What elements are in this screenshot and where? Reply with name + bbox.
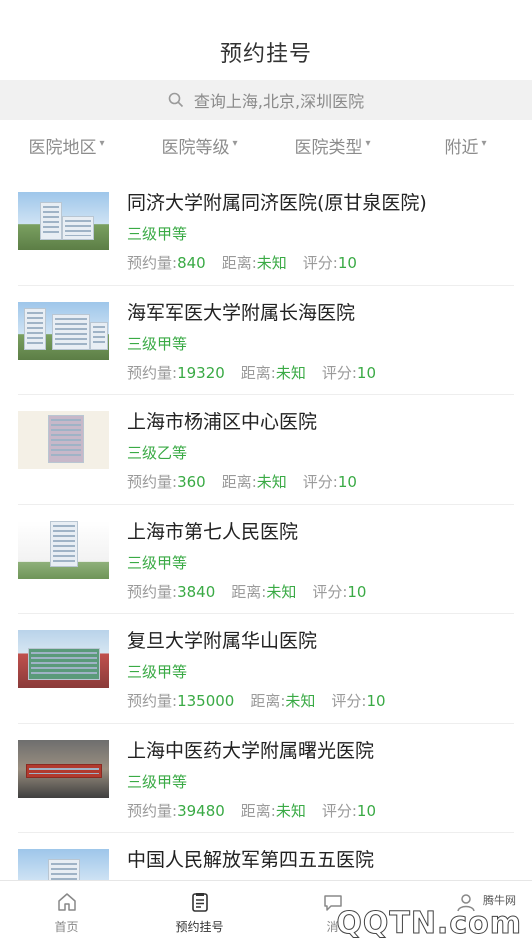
hospital-stats: 预约量:39480 距离:未知 评分:10	[127, 801, 514, 821]
distance-value: 未知	[256, 254, 287, 272]
filter-level[interactable]: 医院等级 ▾	[133, 133, 266, 158]
hospital-stats: 预约量:3840 距离:未知 评分:10	[127, 582, 514, 602]
appointments-label: 预约量:	[127, 363, 178, 382]
hospital-photo	[18, 739, 109, 798]
hospital-list-item[interactable]: 上海市杨浦区中心医院 三级乙等 预约量:360 距离:未知 评分:10	[0, 395, 532, 505]
distance-value: 未知	[256, 473, 287, 491]
hospital-level: 三级甲等	[127, 663, 188, 681]
score-label: 评分:	[302, 473, 338, 491]
hospital-name: 上海市杨浦区中心医院	[127, 411, 318, 433]
score-label: 评分:	[321, 363, 357, 382]
appointments-value: 39480	[177, 801, 225, 820]
distance-value: 未知	[285, 692, 316, 710]
hospital-name: 同济大学附属同济医院(原甘泉医院)	[127, 192, 427, 214]
hospital-list-item[interactable]: 海军军医大学附属长海医院 三级甲等 预约量:19320 距离:未知 评分:10	[0, 286, 532, 396]
distance-value: 未知	[275, 363, 306, 382]
distance-label: 距离:	[231, 582, 267, 601]
hospital-photo	[18, 411, 109, 469]
distance-label: 距离:	[250, 692, 286, 710]
appointments-value: 360	[177, 473, 206, 491]
score-label: 评分:	[312, 582, 348, 601]
score-value: 10	[347, 582, 367, 601]
hospital-name: 上海中医药大学附属曙光医院	[127, 739, 375, 762]
distance-value: 未知	[275, 801, 306, 820]
appointments-value: 19320	[177, 363, 225, 382]
distance-label: 距离:	[240, 801, 276, 820]
hospital-level: 三级甲等	[127, 334, 188, 353]
hospital-name: 中国人民解放军第四五五医院	[127, 849, 375, 871]
caret-down-icon: ▾	[232, 137, 238, 149]
tab-register[interactable]: 预约挂号	[133, 881, 266, 947]
distance-label: 距离:	[221, 254, 257, 272]
page-title: 预约挂号	[219, 42, 312, 67]
appointments-label: 预约量:	[127, 801, 178, 820]
score-label: 评分:	[302, 254, 338, 272]
appointments-value: 3840	[177, 582, 216, 601]
hospital-photo	[18, 630, 109, 688]
watermark-logo-text: QQTN.com	[336, 906, 522, 942]
score-value: 10	[337, 254, 357, 272]
caret-down-icon: ▾	[365, 137, 371, 149]
appointments-value: 135000	[177, 692, 235, 710]
score-value: 10	[356, 801, 377, 820]
filter-type[interactable]: 医院类型 ▾	[266, 133, 399, 158]
search-placeholder: 查询上海,北京,深圳医院	[193, 92, 365, 111]
score-label: 评分:	[321, 801, 357, 820]
appointments-label: 预约量:	[127, 692, 178, 710]
hospital-level: 三级甲等	[127, 225, 188, 243]
caret-down-icon: ▾	[481, 137, 487, 149]
distance-label: 距离:	[240, 363, 276, 382]
hospital-list: 同济大学附属同济医院(原甘泉医院) 三级甲等 预约量:840 距离:未知 评分:10…	[0, 176, 532, 943]
filter-level-label: 医院等级	[161, 137, 230, 158]
app-header: 预约挂号	[0, 0, 532, 80]
hospital-stats: 预约量:840 距离:未知 评分:10	[127, 253, 514, 273]
score-value: 10	[356, 363, 377, 382]
hospital-list-item[interactable]: 上海市第七人民医院 三级甲等 预约量:3840 距离:未知 评分:10	[0, 505, 532, 615]
hospital-list-item[interactable]: 复旦大学附属华山医院 三级甲等 预约量:135000 距离:未知 评分:10	[0, 614, 532, 724]
hospital-list-item[interactable]: 同济大学附属同济医院(原甘泉医院) 三级甲等 预约量:840 距离:未知 评分:10	[0, 176, 532, 286]
score-value: 10	[366, 692, 386, 710]
distance-value: 未知	[266, 582, 297, 601]
tab-home-label: 首页	[54, 920, 79, 934]
hospital-photo	[18, 301, 109, 360]
hospital-level: 三级乙等	[127, 444, 188, 462]
filter-region-label: 医院地区	[28, 137, 97, 158]
distance-label: 距离:	[221, 473, 257, 491]
hospital-list-item[interactable]: 上海中医药大学附属曙光医院 三级甲等 预约量:39480 距离:未知 评分:10	[0, 724, 532, 834]
hospital-level: 三级甲等	[127, 772, 188, 791]
filter-region[interactable]: 医院地区 ▾	[0, 133, 133, 158]
filter-type-label: 医院类型	[294, 137, 363, 158]
tab-home[interactable]: 首页	[0, 881, 133, 947]
search-icon	[168, 92, 184, 108]
hospital-stats: 预约量:360 距离:未知 评分:10	[127, 472, 514, 492]
hospital-name: 复旦大学附属华山医院	[127, 630, 318, 652]
score-value: 10	[337, 473, 357, 491]
hospital-name: 海军军医大学附属长海医院	[127, 301, 356, 324]
filter-nearby-label: 附近	[444, 137, 479, 158]
hospital-photo	[18, 520, 109, 579]
tab-register-label: 预约挂号	[175, 920, 224, 934]
caret-down-icon: ▾	[99, 137, 105, 149]
score-label: 评分:	[331, 692, 367, 710]
site-watermark: 腾牛网 QQTN.com	[326, 882, 526, 942]
hospital-photo	[18, 192, 109, 250]
appointments-value: 840	[177, 254, 206, 272]
appointments-label: 预约量:	[127, 582, 178, 601]
appointments-label: 预约量:	[127, 254, 178, 272]
register-icon	[189, 891, 211, 913]
filter-nearby[interactable]: 附近 ▾	[399, 133, 532, 158]
hospital-stats: 预约量:19320 距离:未知 评分:10	[127, 363, 514, 383]
appointments-label: 预约量:	[127, 473, 178, 491]
home-icon	[56, 891, 78, 913]
filter-bar: 医院地区 ▾ 医院等级 ▾ 医院类型 ▾ 附近 ▾	[0, 122, 532, 168]
hospital-stats: 预约量:135000 距离:未知 评分:10	[127, 691, 514, 711]
hospital-name: 上海市第七人民医院	[127, 520, 299, 543]
hospital-level: 三级甲等	[127, 553, 188, 572]
search-bar[interactable]: 查询上海,北京,深圳医院	[0, 80, 532, 120]
